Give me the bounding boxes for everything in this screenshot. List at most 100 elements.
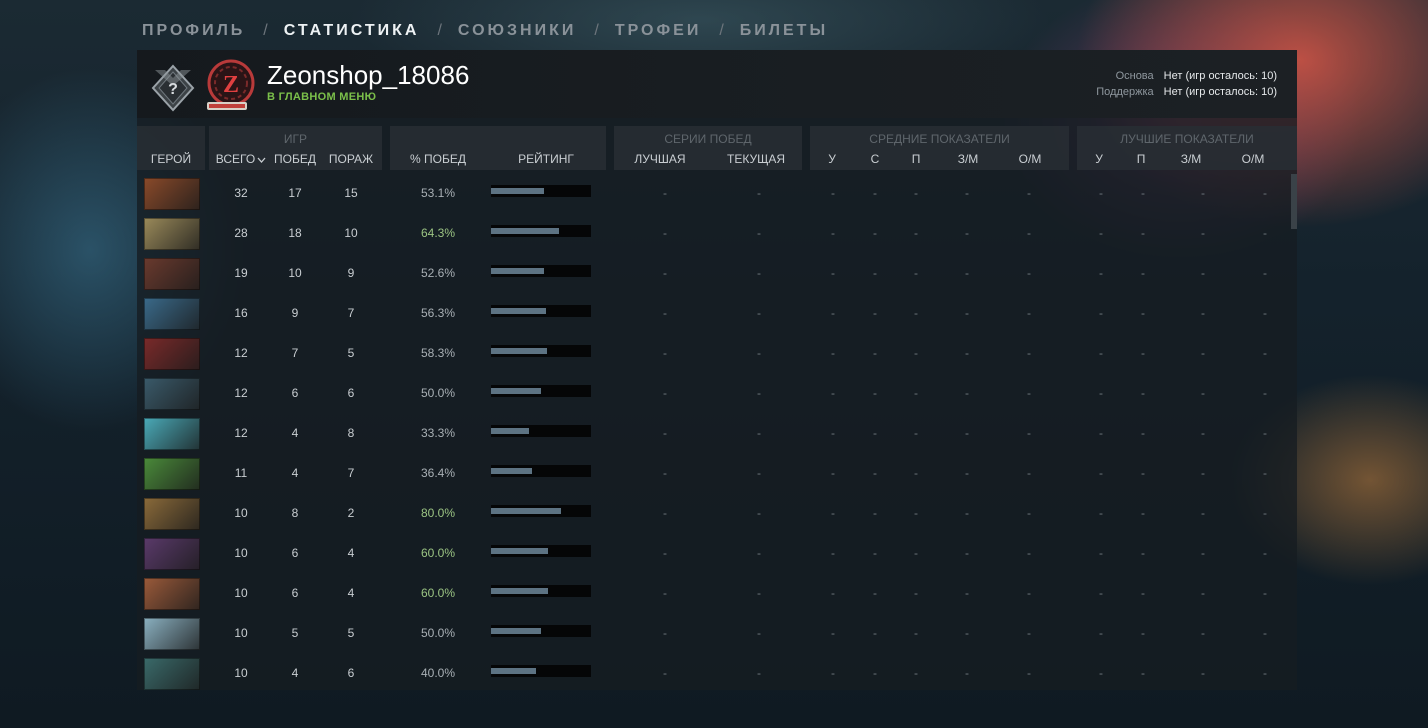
hero-portrait[interactable]: [144, 538, 200, 570]
rank-glyph: ?: [168, 81, 178, 98]
table-row[interactable]: 10 4 6 40.0% - - - - - - - - - - -: [137, 654, 1287, 694]
column-avg-assists[interactable]: П: [906, 152, 926, 166]
table-row[interactable]: 12 4 8 33.3% - - - - - - - - - - -: [137, 414, 1287, 454]
column-group-streaks: СЕРИИ ПОБЕД ЛУЧШАЯ ТЕКУЩАЯ: [614, 126, 802, 170]
column-avg-xpm[interactable]: О/М: [1010, 152, 1050, 166]
column-best-gpm[interactable]: З/М: [1171, 152, 1211, 166]
best-streak-value: -: [663, 186, 667, 200]
total-games-value: 28: [234, 226, 248, 240]
table-row[interactable]: 10 6 4 60.0% - - - - - - - - - - -: [137, 534, 1287, 574]
avg-xpm-value: -: [1027, 346, 1031, 360]
calibration-core-row: Основа Нет (игр осталось: 10): [1096, 68, 1277, 84]
hero-portrait[interactable]: [144, 338, 200, 370]
column-best-assists[interactable]: П: [1131, 152, 1151, 166]
table-row[interactable]: 11 4 7 36.4% - - - - - - - - - - -: [137, 454, 1287, 494]
table-row[interactable]: 32 17 15 53.1% - - - - - - - - - - -: [137, 174, 1287, 214]
column-group-hero: ГЕРОЙ: [137, 126, 205, 170]
table-row[interactable]: 10 5 5 50.0% - - - - - - - - - - -: [137, 614, 1287, 654]
column-avg-deaths[interactable]: С: [865, 152, 885, 166]
hero-portrait[interactable]: [144, 378, 200, 410]
hero-portrait[interactable]: [144, 298, 200, 330]
best-xpm-value: -: [1263, 226, 1267, 240]
tab-allies[interactable]: СОЮЗНИКИ: [458, 22, 576, 40]
avg-xpm-value: -: [1027, 586, 1031, 600]
tab-tickets[interactable]: БИЛЕТЫ: [740, 22, 828, 40]
avatar[interactable]: Z: [205, 58, 257, 112]
column-best-xpm[interactable]: О/М: [1233, 152, 1273, 166]
best-gpm-value: -: [1201, 426, 1205, 440]
avg-deaths-value: -: [873, 546, 877, 560]
player-status: В ГЛАВНОМ МЕНЮ: [267, 91, 377, 103]
avg-assists-value: -: [914, 386, 918, 400]
avg-gpm-value: -: [965, 546, 969, 560]
hero-portrait[interactable]: [144, 178, 200, 210]
total-games-value: 10: [234, 666, 248, 680]
best-kills-value: -: [1099, 586, 1103, 600]
current-streak-value: -: [757, 586, 761, 600]
wins-value: 18: [288, 226, 302, 240]
winrate-value: 80.0%: [420, 506, 456, 520]
winrate-value: 56.3%: [420, 306, 456, 320]
column-group-label: СРЕДНИЕ ПОКАЗАТЕЛИ: [869, 132, 1010, 146]
column-winrate[interactable]: % ПОБЕД: [390, 152, 486, 166]
hero-portrait[interactable]: [144, 618, 200, 650]
hero-portrait[interactable]: [144, 498, 200, 530]
column-total[interactable]: ВСЕГО: [213, 152, 269, 166]
column-wins[interactable]: ПОБЕД: [267, 152, 323, 166]
rating-bar-fill: [491, 588, 548, 594]
total-games-value: 12: [234, 386, 248, 400]
profile-nav: ПРОФИЛЬ / СТАТИСТИКА / СОЮЗНИКИ / ТРОФЕИ…: [142, 22, 828, 40]
total-games-value: 19: [234, 266, 248, 280]
column-group-label: ЛУЧШИЕ ПОКАЗАТЕЛИ: [1120, 132, 1254, 146]
table-row[interactable]: 19 10 9 52.6% - - - - - - - - - - -: [137, 254, 1287, 294]
scrollbar[interactable]: [1291, 174, 1297, 229]
hero-portrait[interactable]: [144, 418, 200, 450]
avg-kills-value: -: [831, 626, 835, 640]
tab-statistics[interactable]: СТАТИСТИКА: [284, 22, 420, 40]
table-row[interactable]: 12 7 5 58.3% - - - - - - - - - - -: [137, 334, 1287, 374]
table-row[interactable]: 28 18 10 64.3% - - - - - - - - - - -: [137, 214, 1287, 254]
best-xpm-value: -: [1263, 426, 1267, 440]
column-losses[interactable]: ПОРАЖ: [323, 152, 379, 166]
rating-bar-fill: [491, 468, 532, 474]
avg-deaths-value: -: [873, 426, 877, 440]
column-avg-kills[interactable]: У: [822, 152, 842, 166]
hero-portrait[interactable]: [144, 258, 200, 290]
table-row[interactable]: 10 6 4 60.0% - - - - - - - - - - -: [137, 574, 1287, 614]
best-assists-value: -: [1141, 306, 1145, 320]
table-row[interactable]: 12 6 6 50.0% - - - - - - - - - - -: [137, 374, 1287, 414]
avg-xpm-value: -: [1027, 386, 1031, 400]
hero-portrait[interactable]: [144, 578, 200, 610]
column-avg-gpm[interactable]: З/М: [948, 152, 988, 166]
column-best-streak[interactable]: ЛУЧШАЯ: [620, 152, 700, 166]
tab-trophies[interactable]: ТРОФЕИ: [615, 22, 702, 40]
best-assists-value: -: [1141, 346, 1145, 360]
rating-bar-fill: [491, 428, 529, 434]
best-gpm-value: -: [1201, 586, 1205, 600]
avg-assists-value: -: [914, 666, 918, 680]
best-xpm-value: -: [1263, 506, 1267, 520]
rating-bar-fill: [491, 668, 536, 674]
best-assists-value: -: [1141, 626, 1145, 640]
current-streak-value: -: [757, 466, 761, 480]
total-games-value: 12: [234, 346, 248, 360]
wins-value: 5: [291, 626, 299, 640]
column-best-kills[interactable]: У: [1089, 152, 1109, 166]
hero-portrait[interactable]: [144, 458, 200, 490]
hero-portrait[interactable]: [144, 658, 200, 690]
avg-kills-value: -: [831, 426, 835, 440]
hero-portrait[interactable]: [144, 218, 200, 250]
total-games-value: 32: [234, 186, 248, 200]
column-rating[interactable]: РЕЙТИНГ: [494, 152, 598, 166]
table-row[interactable]: 10 8 2 80.0% - - - - - - - - - - -: [137, 494, 1287, 534]
column-current-streak[interactable]: ТЕКУЩАЯ: [714, 152, 798, 166]
tab-profile[interactable]: ПРОФИЛЬ: [142, 22, 245, 40]
best-streak-value: -: [663, 466, 667, 480]
rank-medal-icon[interactable]: ?: [151, 64, 195, 112]
wins-value: 6: [291, 586, 299, 600]
column-hero[interactable]: ГЕРОЙ: [137, 152, 205, 166]
table-row[interactable]: 16 9 7 56.3% - - - - - - - - - - -: [137, 294, 1287, 334]
winrate-value: 60.0%: [420, 586, 456, 600]
avg-kills-value: -: [831, 586, 835, 600]
current-streak-value: -: [757, 346, 761, 360]
